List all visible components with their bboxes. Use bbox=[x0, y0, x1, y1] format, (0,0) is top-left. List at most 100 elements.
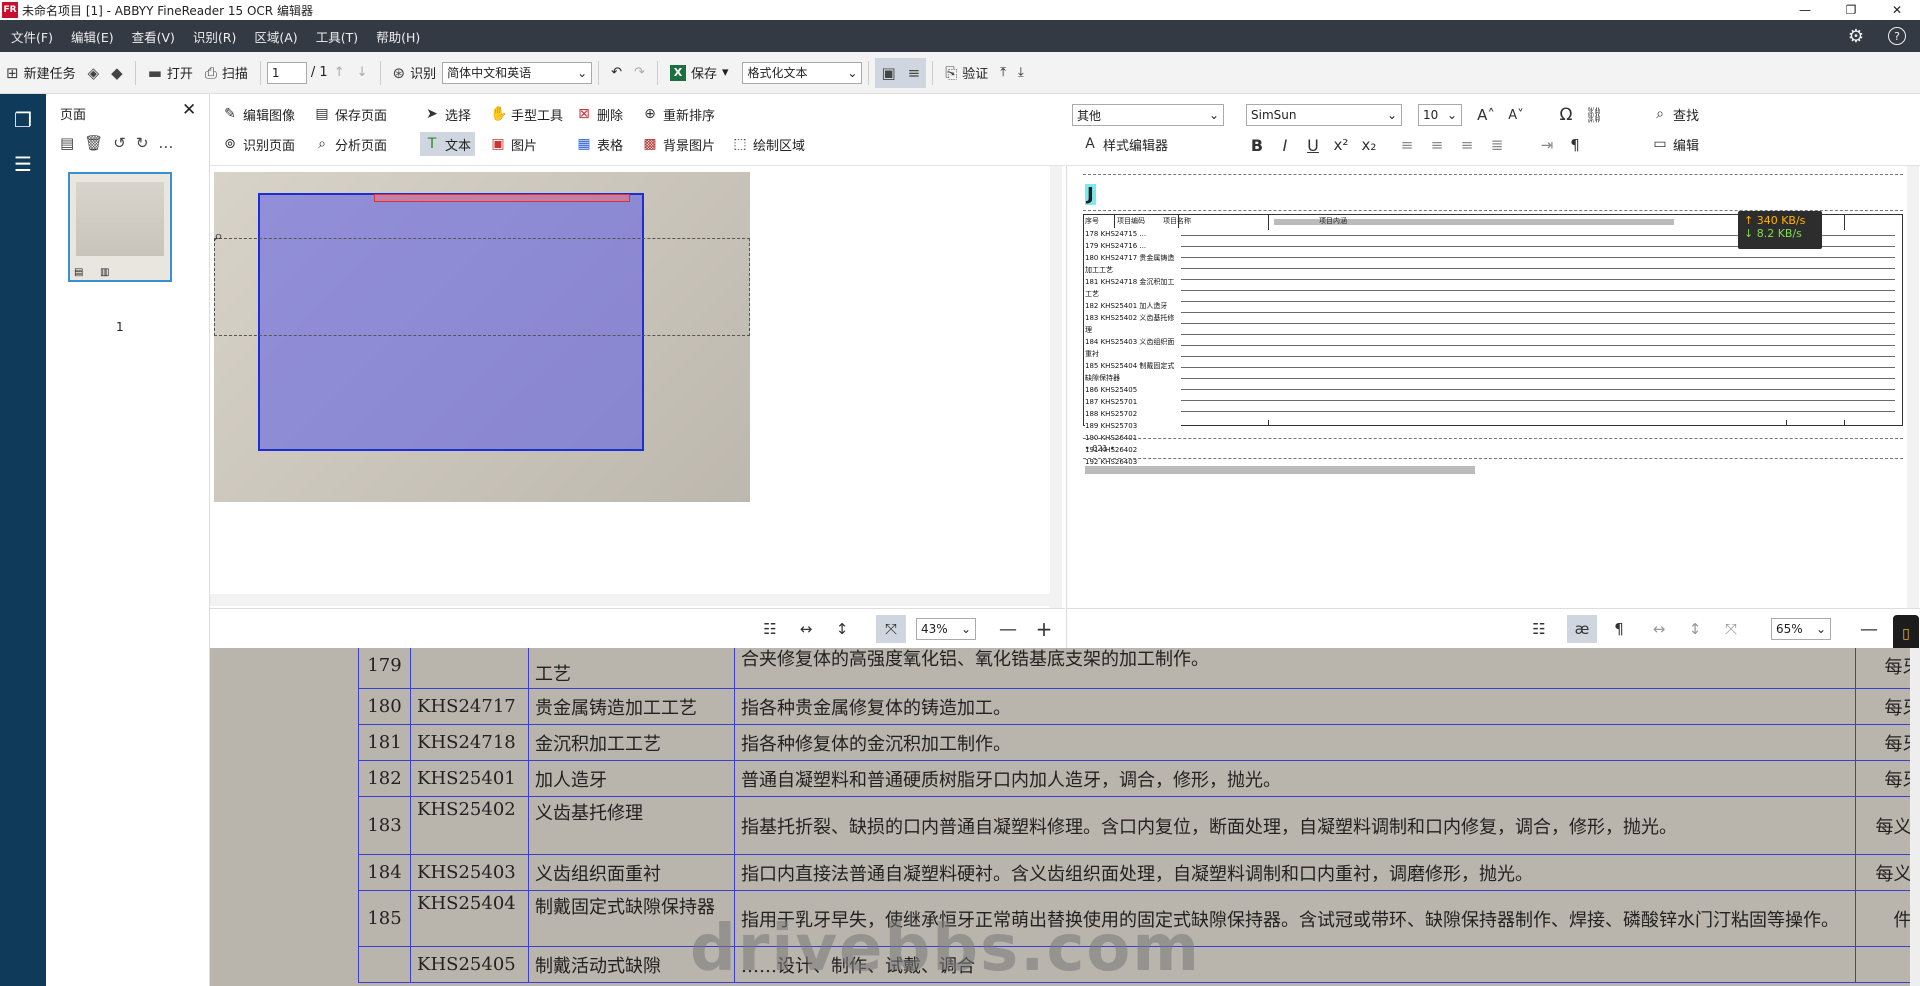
underline-icon[interactable]: U bbox=[1302, 134, 1324, 156]
save-dropdown-icon[interactable]: ▾ bbox=[722, 65, 729, 80]
align-left-icon[interactable]: ≡ bbox=[1396, 134, 1418, 156]
scan-button[interactable]: ⎙ 扫描 bbox=[199, 58, 254, 88]
bold-icon[interactable]: B bbox=[1246, 134, 1268, 156]
font-size-select[interactable]: 10 ⌄ bbox=[1418, 104, 1462, 126]
fit-list-icon[interactable]: ☷ bbox=[1527, 617, 1551, 641]
draw-area-button[interactable]: ⬚ 绘制区域 bbox=[728, 132, 809, 156]
grow-font-icon[interactable]: A˄ bbox=[1474, 104, 1498, 126]
page-number-input[interactable]: 1 bbox=[266, 61, 307, 84]
help-icon[interactable]: ? bbox=[1888, 27, 1906, 45]
language-select[interactable]: 简体中文和英语 ⌄ bbox=[442, 61, 593, 84]
image-horizontal-scrollbar[interactable] bbox=[210, 594, 1050, 606]
style-editor-button[interactable]: A 样式编辑器 bbox=[1078, 132, 1172, 156]
list-icon[interactable]: ☰ bbox=[0, 152, 46, 182]
omega-icon[interactable]: Ω bbox=[1554, 104, 1578, 126]
justify-icon[interactable]: ≣ bbox=[1486, 134, 1508, 156]
minimize-icon[interactable]: — bbox=[1782, 3, 1828, 17]
fit-width-icon[interactable]: ↔ bbox=[1647, 617, 1671, 641]
analyze-page-button[interactable]: ⌕ 分析页面 bbox=[310, 132, 391, 156]
save-button[interactable]: X 保存 ▾ bbox=[664, 58, 735, 88]
recognize-button[interactable]: ⊛ 识别 bbox=[387, 58, 443, 88]
fit-page-icon[interactable]: ⤧ bbox=[876, 615, 906, 643]
menu-area[interactable]: 区域(A) bbox=[247, 27, 304, 46]
shrink-font-icon[interactable]: A˅ bbox=[1504, 104, 1528, 126]
image-zoom-select[interactable]: 43% ⌄ bbox=[916, 618, 976, 640]
gear-icon[interactable]: ⚙ bbox=[1848, 26, 1864, 47]
table-area-button[interactable]: ▦ 表格 bbox=[572, 132, 627, 156]
find-button[interactable]: ⌕ 查找 bbox=[1648, 102, 1703, 126]
italic-icon[interactable]: I bbox=[1274, 134, 1296, 156]
rotate-right-icon[interactable]: ↻ bbox=[136, 134, 149, 152]
save-page-button[interactable]: ▤ 保存页面 bbox=[310, 102, 391, 126]
verify-button[interactable]: ⎘ 验证 bbox=[939, 58, 994, 88]
open-button[interactable]: ▬ 打开 bbox=[142, 58, 199, 88]
arrow-down-icon[interactable]: ↓ bbox=[351, 58, 374, 88]
text-view-toggle[interactable]: ≡ bbox=[901, 57, 927, 88]
undo-icon[interactable]: ↶ bbox=[605, 58, 628, 88]
indent-icon[interactable]: ⇥ bbox=[1536, 134, 1558, 156]
menu-tools[interactable]: 工具(T) bbox=[309, 27, 365, 46]
zoom-in-icon[interactable]: + bbox=[1032, 617, 1056, 641]
menu-file[interactable]: 文件(F) bbox=[4, 27, 60, 46]
close-icon[interactable]: ✕ bbox=[182, 100, 196, 120]
text-zoom-select[interactable]: 65% ⌄ bbox=[1771, 618, 1831, 640]
draw-area-label: 绘制区域 bbox=[753, 138, 806, 154]
edit-button[interactable]: ▭ 编辑 bbox=[1648, 132, 1703, 156]
arrow-up-icon[interactable]: ↑ bbox=[328, 58, 351, 88]
rotate-left-icon[interactable]: ↺ bbox=[113, 134, 126, 152]
menu-edit[interactable]: 编辑(E) bbox=[64, 27, 121, 46]
layers2-button[interactable]: ◆ bbox=[105, 58, 129, 88]
text-area-button[interactable]: T 文本 bbox=[420, 132, 476, 156]
text-vertical-scrollbar[interactable] bbox=[1907, 166, 1919, 608]
edit-image-button[interactable]: ✎ 编辑图像 bbox=[218, 102, 299, 126]
image-vertical-scrollbar[interactable] bbox=[1050, 166, 1062, 608]
menu-view[interactable]: 查看(V) bbox=[125, 27, 182, 46]
font-select[interactable]: SimSun ⌄ bbox=[1246, 104, 1402, 126]
export-up-icon[interactable]: ⤒ bbox=[994, 58, 1012, 88]
menu-help[interactable]: 帮助(H) bbox=[369, 27, 427, 46]
picture-area[interactable] bbox=[374, 194, 630, 202]
pilcrow-icon[interactable]: ¶ bbox=[1607, 617, 1631, 641]
align-center-icon[interactable]: ≡ bbox=[1426, 134, 1448, 156]
picture-area-button[interactable]: ▣ 图片 bbox=[486, 132, 541, 156]
recognize-page-button[interactable]: ⊚ 识别页面 bbox=[218, 132, 299, 156]
export-down-icon[interactable]: ⤓ bbox=[1012, 58, 1030, 88]
delete-area-button[interactable]: ⊠ 删除 bbox=[572, 102, 627, 126]
close-icon[interactable]: ✕ bbox=[1874, 3, 1920, 17]
text-zoom-bar: ☷ æ ¶ ↔ ↕ ⤧ 65% ⌄ — ▯ bbox=[1066, 608, 1920, 653]
align-right-icon[interactable]: ≡ bbox=[1456, 134, 1478, 156]
more-icon[interactable]: … bbox=[158, 134, 173, 152]
subscript-icon[interactable]: x₂ bbox=[1358, 134, 1380, 156]
show-formatting-icon[interactable]: æ bbox=[1567, 615, 1597, 643]
hand-tool-button[interactable]: ✋ 手型工具 bbox=[486, 102, 567, 126]
select-tool-button[interactable]: ➤ 选择 bbox=[420, 102, 475, 126]
maximize-icon[interactable]: ❐ bbox=[1828, 3, 1874, 17]
image-view-toggle[interactable]: ▣ bbox=[875, 57, 902, 88]
pages-icon[interactable]: ❐ bbox=[0, 108, 46, 138]
text-area-icon: T bbox=[427, 136, 437, 152]
style-select[interactable]: 其他 ⌄ bbox=[1072, 104, 1224, 126]
redo-icon[interactable]: ↷ bbox=[628, 58, 651, 88]
page-thumbnail[interactable]: ▤ ▥ bbox=[68, 172, 172, 282]
trash-icon[interactable]: 🗑 bbox=[84, 134, 103, 152]
layers-button[interactable]: ◈ bbox=[82, 58, 106, 88]
image-pane[interactable]: ⌕ bbox=[210, 166, 1065, 608]
fit-height-icon[interactable]: ↕ bbox=[1683, 617, 1707, 641]
zoom-out-icon[interactable]: — bbox=[996, 617, 1020, 641]
zoom-vertical-scrollbar[interactable] bbox=[1910, 648, 1920, 986]
zoom-out-icon[interactable]: — bbox=[1857, 617, 1881, 641]
fit-page-icon[interactable]: ⤧ bbox=[1719, 617, 1743, 641]
reorder-button[interactable]: ⊕ 重新排序 bbox=[638, 102, 719, 126]
background-picture-button[interactable]: ▩ 背景图片 bbox=[638, 132, 719, 156]
fit-width-icon[interactable]: ↔ bbox=[794, 617, 818, 641]
superscript-icon[interactable]: x² bbox=[1330, 134, 1352, 156]
menu-recognize[interactable]: 识别(R) bbox=[186, 27, 243, 46]
format-select[interactable]: 格式化文本 ⌄ bbox=[742, 61, 863, 84]
fit-height-icon[interactable]: ↕ bbox=[830, 617, 854, 641]
link-icon[interactable]: ⛓ bbox=[1582, 104, 1606, 126]
pilcrow-list-icon[interactable]: ¶ bbox=[1564, 134, 1586, 156]
save-icon[interactable]: ▤ bbox=[60, 134, 74, 152]
new-task-button[interactable]: ⊞ 新建任务 bbox=[0, 58, 82, 88]
cell-name: 加人造牙 bbox=[528, 760, 735, 797]
fit-list-icon[interactable]: ☷ bbox=[758, 617, 782, 641]
